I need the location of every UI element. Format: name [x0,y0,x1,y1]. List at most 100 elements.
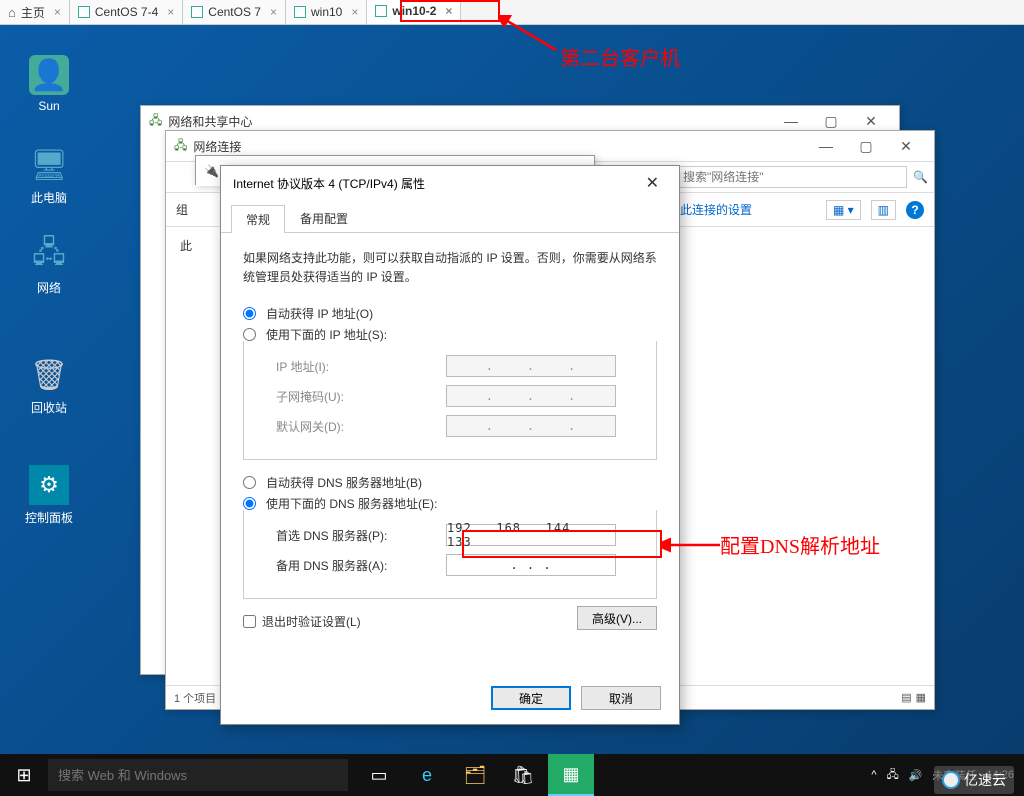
vm-icon [375,5,387,17]
search-input[interactable] [676,166,907,188]
primary-dns-label: 首选 DNS 服务器(P): [276,527,446,544]
watermark-logo-icon [942,771,960,789]
vm-icon [78,6,90,18]
radio-label: 自动获得 IP 地址(O) [266,305,373,322]
radio-input[interactable] [243,328,256,341]
dialog-footer: 确定 取消 [491,686,661,710]
trash-icon: 🗑 [29,355,69,395]
icon-label: 网络 [14,279,84,296]
minimize-button[interactable]: — [771,113,811,129]
watermark: 亿速云 [934,766,1014,794]
tab-label: CentOS 7-4 [95,5,158,19]
alt-dns-label: 备用 DNS 服务器(A): [276,557,446,574]
close-icon[interactable]: × [445,4,452,18]
radio-input[interactable] [243,476,256,489]
tab-alternate[interactable]: 备用配置 [285,204,363,232]
checkbox-label: 退出时验证设置(L) [262,613,361,630]
tab-home[interactable]: ⌂主页× [0,0,70,24]
window-title: 网络和共享中心 [168,113,252,130]
view-mode-button[interactable]: ▦ ▾ [826,200,861,220]
close-icon[interactable]: × [351,5,358,19]
tab-label: 主页 [21,4,45,21]
desktop-icon-network[interactable]: 🖧网络 [14,235,84,296]
tab-label: win10 [311,5,342,19]
monitor-icon: 🖥 [29,145,69,185]
advanced-button[interactable]: 高级(V)... [577,606,657,630]
toolbar-label: 组 [176,201,188,218]
vm-icon [294,6,306,18]
window-controls: —▢✕ [771,113,891,130]
icon-label: 回收站 [14,399,84,416]
tab-win10-2[interactable]: win10-2 × [367,0,461,24]
search-icon[interactable]: 🔍 [913,170,928,184]
view-toggle[interactable]: ▤▦ [901,691,926,704]
close-button[interactable]: ✕ [851,113,891,130]
tab-label: CentOS 7 [208,5,261,19]
dialog-body: 如果网络支持此功能，则可以获取自动指派的 IP 设置。否则，你需要从网络系统管理… [221,233,679,646]
edge-icon[interactable]: e [404,754,450,796]
window-title: 网络连接 [193,138,241,155]
desktop-icon-sun[interactable]: 👤 Sun [14,55,84,113]
desktop-icon-thispc[interactable]: 🖥此电脑 [14,145,84,206]
network-icon: 🖧 [149,111,162,132]
control-panel-icon: ⚙ [29,465,69,505]
start-button[interactable]: ⊞ [0,754,48,796]
cancel-button[interactable]: 取消 [581,686,661,710]
gateway-field: . . . [446,415,616,437]
vm-icon [191,6,203,18]
tab-win10[interactable]: win10 × [286,0,367,24]
maximize-button[interactable]: ▢ [811,113,851,130]
tab-label: win10-2 [392,4,436,18]
network-tray-icon[interactable]: 🖧 [887,766,899,785]
cortana-search-input[interactable] [48,759,348,791]
taskbar: ⊞ ▭ e 🗂 🛍 ▦ ^ 🖧 🔊 未安装任 14:26 [0,754,1024,796]
close-button[interactable]: ✕ [638,169,667,197]
desktop-icon-controlpanel[interactable]: ⚙ 控制面板 [14,465,84,526]
icon-label: Sun [14,99,84,113]
annotation-arrow-2 [662,536,722,554]
close-icon[interactable]: × [270,5,277,19]
watermark-text: 亿速云 [964,770,1006,790]
explorer-icon[interactable]: 🗂 [452,754,498,796]
tab-general[interactable]: 常规 [231,205,285,233]
radio-input[interactable] [243,497,256,510]
intro-text: 如果网络支持此功能，则可以获取自动指派的 IP 设置。否则，你需要从网络系统管理… [243,249,657,287]
running-window-icon[interactable]: ▦ [548,754,594,796]
radio-input[interactable] [243,307,256,320]
close-icon[interactable]: × [54,5,61,19]
annotation-text-1: 第二台客户机 [560,42,680,71]
user-folder-icon: 👤 [29,55,69,95]
preview-pane-button[interactable]: ▥ [871,200,896,220]
store-icon[interactable]: 🛍 [500,754,546,796]
help-icon[interactable]: ? [906,201,924,219]
ok-button[interactable]: 确定 [491,686,571,710]
tray-expand-icon[interactable]: ^ [871,769,876,781]
ip-address-field: . . . [446,355,616,377]
minimize-button[interactable]: — [806,138,846,154]
close-icon[interactable]: × [167,5,174,19]
radio-auto-ip[interactable]: 自动获得 IP 地址(O) [243,305,657,322]
vmware-tab-bar: ⌂主页× CentOS 7-4× CentOS 7× win10× win10-… [0,0,1024,25]
volume-tray-icon[interactable]: 🔊 [909,769,923,782]
tab-centos7[interactable]: CentOS 7 × [183,0,286,24]
task-view-icon[interactable]: ▭ [356,754,402,796]
subnet-mask-label: 子网掩码(U): [276,388,446,405]
maximize-button[interactable]: ▢ [846,138,886,155]
primary-dns-field[interactable]: 192 . 168 . 144 . 133 [446,524,616,546]
dialog-ipv4-properties: Internet 协议版本 4 (TCP/IPv4) 属性 ✕ 常规 备用配置 … [220,165,680,725]
status-item-count: 1 个项目 [174,693,216,705]
checkbox-input[interactable] [243,615,256,628]
tab-centos74[interactable]: CentOS 7-4 × [70,0,183,24]
desktop-icon-recyclebin[interactable]: 🗑 回收站 [14,355,84,416]
network-icon: 🖧 [174,136,187,157]
radio-auto-dns[interactable]: 自动获得 DNS 服务器地址(B) [243,474,657,491]
close-button[interactable]: ✕ [886,138,926,155]
radio-label: 自动获得 DNS 服务器地址(B) [266,474,422,491]
group-ip: IP 地址(I):. . . 子网掩码(U):. . . 默认网关(D):. .… [243,341,657,460]
ip-address-label: IP 地址(I): [276,358,446,375]
icon-label: 控制面板 [14,509,84,526]
alt-dns-field[interactable]: . . . [446,554,616,576]
dialog-title: Internet 协议版本 4 (TCP/IPv4) 属性 [233,175,425,192]
dialog-titlebar: Internet 协议版本 4 (TCP/IPv4) 属性 ✕ [221,166,679,200]
ethernet-icon: 🔌 [204,164,219,178]
